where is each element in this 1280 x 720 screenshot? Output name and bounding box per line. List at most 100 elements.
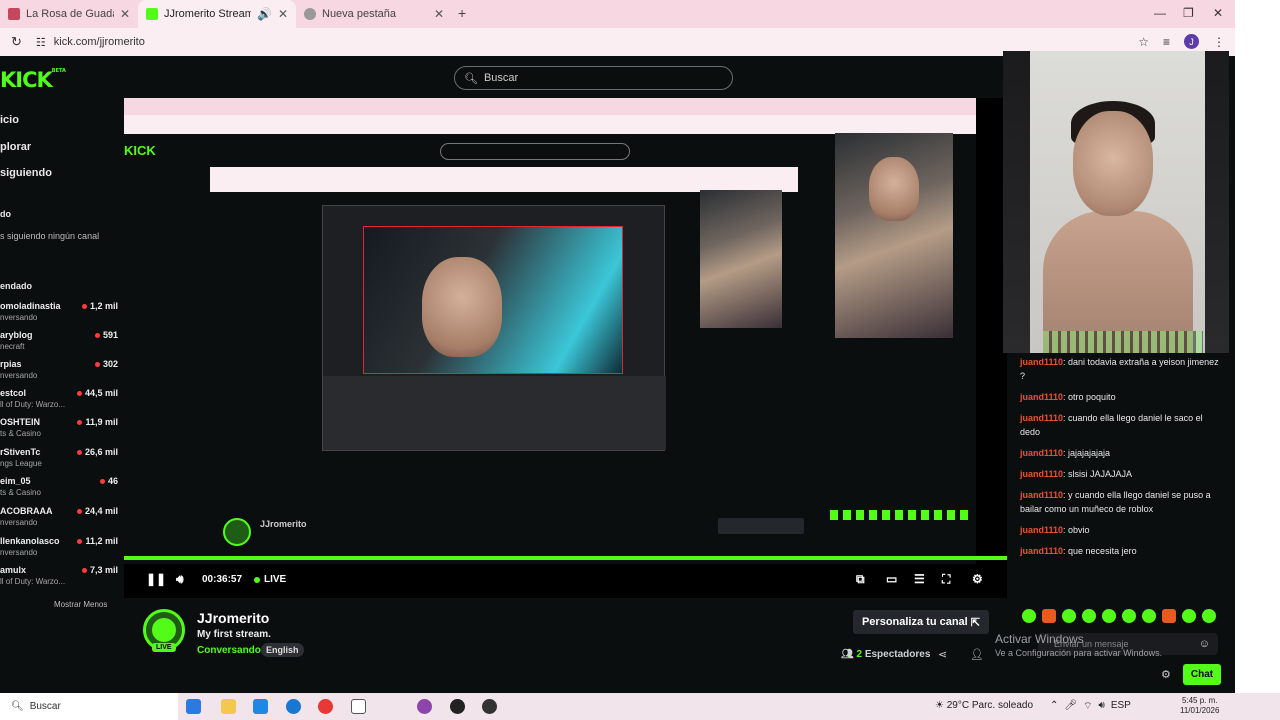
reload-icon[interactable]: ↻ <box>11 34 22 50</box>
kick-logo[interactable]: KICKBETA <box>0 68 66 92</box>
captured-webcam-medium <box>835 133 953 338</box>
new-tab-icon[interactable]: + <box>458 5 466 21</box>
mail-icon[interactable] <box>253 699 268 714</box>
chat-settings-icon[interactable]: ⚙ <box>1161 668 1171 681</box>
weather-widget[interactable]: ☀︎ 29°C Parc. soleado <box>935 700 1033 711</box>
channel-item[interactable]: rpias nversando 302 <box>0 359 118 385</box>
stream-category[interactable]: Conversando <box>197 645 261 656</box>
site-info-icon[interactable]: ☷ <box>36 36 46 49</box>
emote-icon[interactable] <box>1122 609 1136 623</box>
edge-icon[interactable] <box>286 699 301 714</box>
captured-obs-mixer <box>323 376 666 450</box>
captured-streamer-name: JJromerito <box>260 519 307 529</box>
channel-item[interactable]: ACOBRAAA nversando 24,4 mil <box>0 506 118 532</box>
fullscreen-icon[interactable]: ⛶ <box>942 572 950 587</box>
captured-inner-browser <box>210 167 798 192</box>
search-input[interactable]: 🔍︎ Buscar <box>454 66 733 90</box>
emote-icon[interactable] <box>1202 609 1216 623</box>
miniplayer-icon[interactable]: ⧉ <box>856 572 865 587</box>
volume-icon[interactable]: 🔊︎ <box>176 572 184 587</box>
captured-kick-logo: KICK <box>124 143 156 158</box>
chat-message: juand1110: dani todavia extraña a yeison… <box>1020 357 1219 381</box>
obs-icon[interactable] <box>450 699 465 714</box>
media-control-icon[interactable]: ≡ <box>1163 35 1170 49</box>
clip-icon[interactable]: ☰ <box>914 572 925 586</box>
chrome-profile-icon[interactable] <box>417 699 432 714</box>
close-tab-icon[interactable]: ✕ <box>120 7 130 21</box>
emote-icon[interactable] <box>1142 609 1156 623</box>
close-window-icon[interactable]: ✕ <box>1213 6 1223 20</box>
channel-item[interactable]: eim_05 ts & Casino 46 <box>0 476 118 502</box>
activate-windows-subtitle: Ve a Configuración para activar Windows. <box>995 648 1163 658</box>
emoji-icon[interactable]: ☺ <box>1199 638 1210 650</box>
captured-emotes <box>830 510 970 520</box>
nav-explorar[interactable]: plorar <box>0 141 31 153</box>
url-text[interactable]: kick.com/jjromerito <box>54 36 145 48</box>
store-icon[interactable] <box>351 699 366 714</box>
emote-icon[interactable] <box>1022 609 1036 623</box>
captured-search <box>440 143 630 160</box>
tab-jjromerito[interactable]: JJromerito Stream - Watch 🔊 ✕ <box>138 0 296 28</box>
channel-item[interactable]: estcol ll of Duty: Warzo... 44,5 mil <box>0 388 118 414</box>
globe-icon <box>304 8 316 20</box>
webcam-overlay <box>1003 51 1229 353</box>
video-player[interactable]: KICK JJromerito ❚❚ 🔊︎ 00:36:57 LIVE ⧉ ▭ … <box>124 98 1007 598</box>
captured-address-bar <box>124 115 976 134</box>
speaker-icon[interactable]: 🔊 <box>257 7 272 21</box>
channel-item[interactable]: llenkanolasco nversando 11,2 mil <box>0 536 118 562</box>
maximize-icon[interactable]: ❐ <box>1183 6 1194 20</box>
emote-icon[interactable] <box>1182 609 1196 623</box>
emote-icon[interactable] <box>1062 609 1076 623</box>
network-icon: ⌔ <box>1083 701 1093 712</box>
tray-chevron-icon: ⌃ <box>1050 700 1059 711</box>
chat-message: juand1110: cuando ella llego daniel le s… <box>1020 413 1203 437</box>
profile-avatar[interactable]: J <box>1184 34 1199 49</box>
nav-inicio[interactable]: icio <box>0 114 19 126</box>
follow-user-icon[interactable]: 👤︎ <box>970 648 984 661</box>
taskbar-search[interactable]: 🔍︎ Buscar <box>0 693 178 720</box>
tab-la-rosa[interactable]: La Rosa de Guadalupe | La Niñ ✕ <box>0 0 138 28</box>
following-header: do <box>0 209 11 219</box>
chat-message: juand1110: y cuando ella llego daniel se… <box>1020 490 1211 514</box>
emote-icon[interactable] <box>1082 609 1096 623</box>
pause-icon[interactable]: ❚❚ <box>146 572 166 586</box>
channel-item[interactable]: rStivenTc ngs League 26,6 mil <box>0 447 118 473</box>
menu-icon[interactable]: ⋮ <box>1213 35 1225 49</box>
file-explorer-icon[interactable] <box>221 699 236 714</box>
settings-gear-icon[interactable]: ⚙ <box>972 572 983 586</box>
emote-icon[interactable] <box>1102 609 1116 623</box>
app-icon[interactable] <box>482 699 497 714</box>
progress-bar[interactable] <box>124 556 1007 560</box>
channel-item[interactable]: OSHTEIN ts & Casino 11,9 mil <box>0 417 118 443</box>
show-less-button[interactable]: Mostrar Menos <box>54 600 107 609</box>
stream-video-frame: KICK JJromerito <box>124 98 976 564</box>
clock[interactable]: 5:45 p. m. 11/01/2026 <box>1180 696 1219 716</box>
nav-siguiendo[interactable]: siguiendo <box>0 167 52 179</box>
progress-fill <box>124 556 1007 560</box>
chrome-icon[interactable] <box>318 699 333 714</box>
customize-channel-button[interactable]: Personaliza tu canal ⇱ <box>853 610 989 634</box>
emote-icon[interactable] <box>1042 609 1056 623</box>
tab-nueva-pestana[interactable]: Nueva pestaña ✕ <box>296 0 452 28</box>
emote-icon[interactable] <box>1162 609 1176 623</box>
system-tray[interactable]: ⌃ 🎤︎ ⌔ 🔊︎ ESP <box>1050 700 1131 713</box>
streamer-name[interactable]: JJromerito <box>197 610 269 626</box>
live-indicator[interactable]: LIVE <box>254 574 286 585</box>
channel-item[interactable]: amulx ll of Duty: Warzo... 7,3 mil <box>0 565 118 591</box>
language-tag[interactable]: English <box>261 643 304 657</box>
close-tab-icon[interactable]: ✕ <box>278 7 288 21</box>
theater-mode-icon[interactable]: ▭ <box>886 572 897 586</box>
chat-send-button[interactable]: Chat <box>1183 664 1221 685</box>
minimize-icon[interactable]: — <box>1154 6 1166 20</box>
close-tab-icon[interactable]: ✕ <box>434 7 444 21</box>
taskbar: 🔍︎ Buscar ☀︎ 29°C Parc. soleado ⌃ 🎤︎ ⌔ 🔊︎ ESP… <box>0 693 1280 720</box>
recommended-header: endado <box>0 281 33 291</box>
bookmark-star-icon[interactable]: ☆ <box>1138 35 1149 49</box>
live-dot-icon <box>76 450 82 456</box>
channel-item[interactable]: omoladinastia nversando 1,2 mil <box>0 301 118 327</box>
share-icon[interactable]: ⋖ <box>938 648 947 661</box>
channel-item[interactable]: aryblog necraft 591 <box>0 330 118 356</box>
copilot-icon[interactable] <box>186 699 201 714</box>
external-link-icon: ⇱ <box>970 616 981 629</box>
live-dot-icon <box>94 362 100 368</box>
